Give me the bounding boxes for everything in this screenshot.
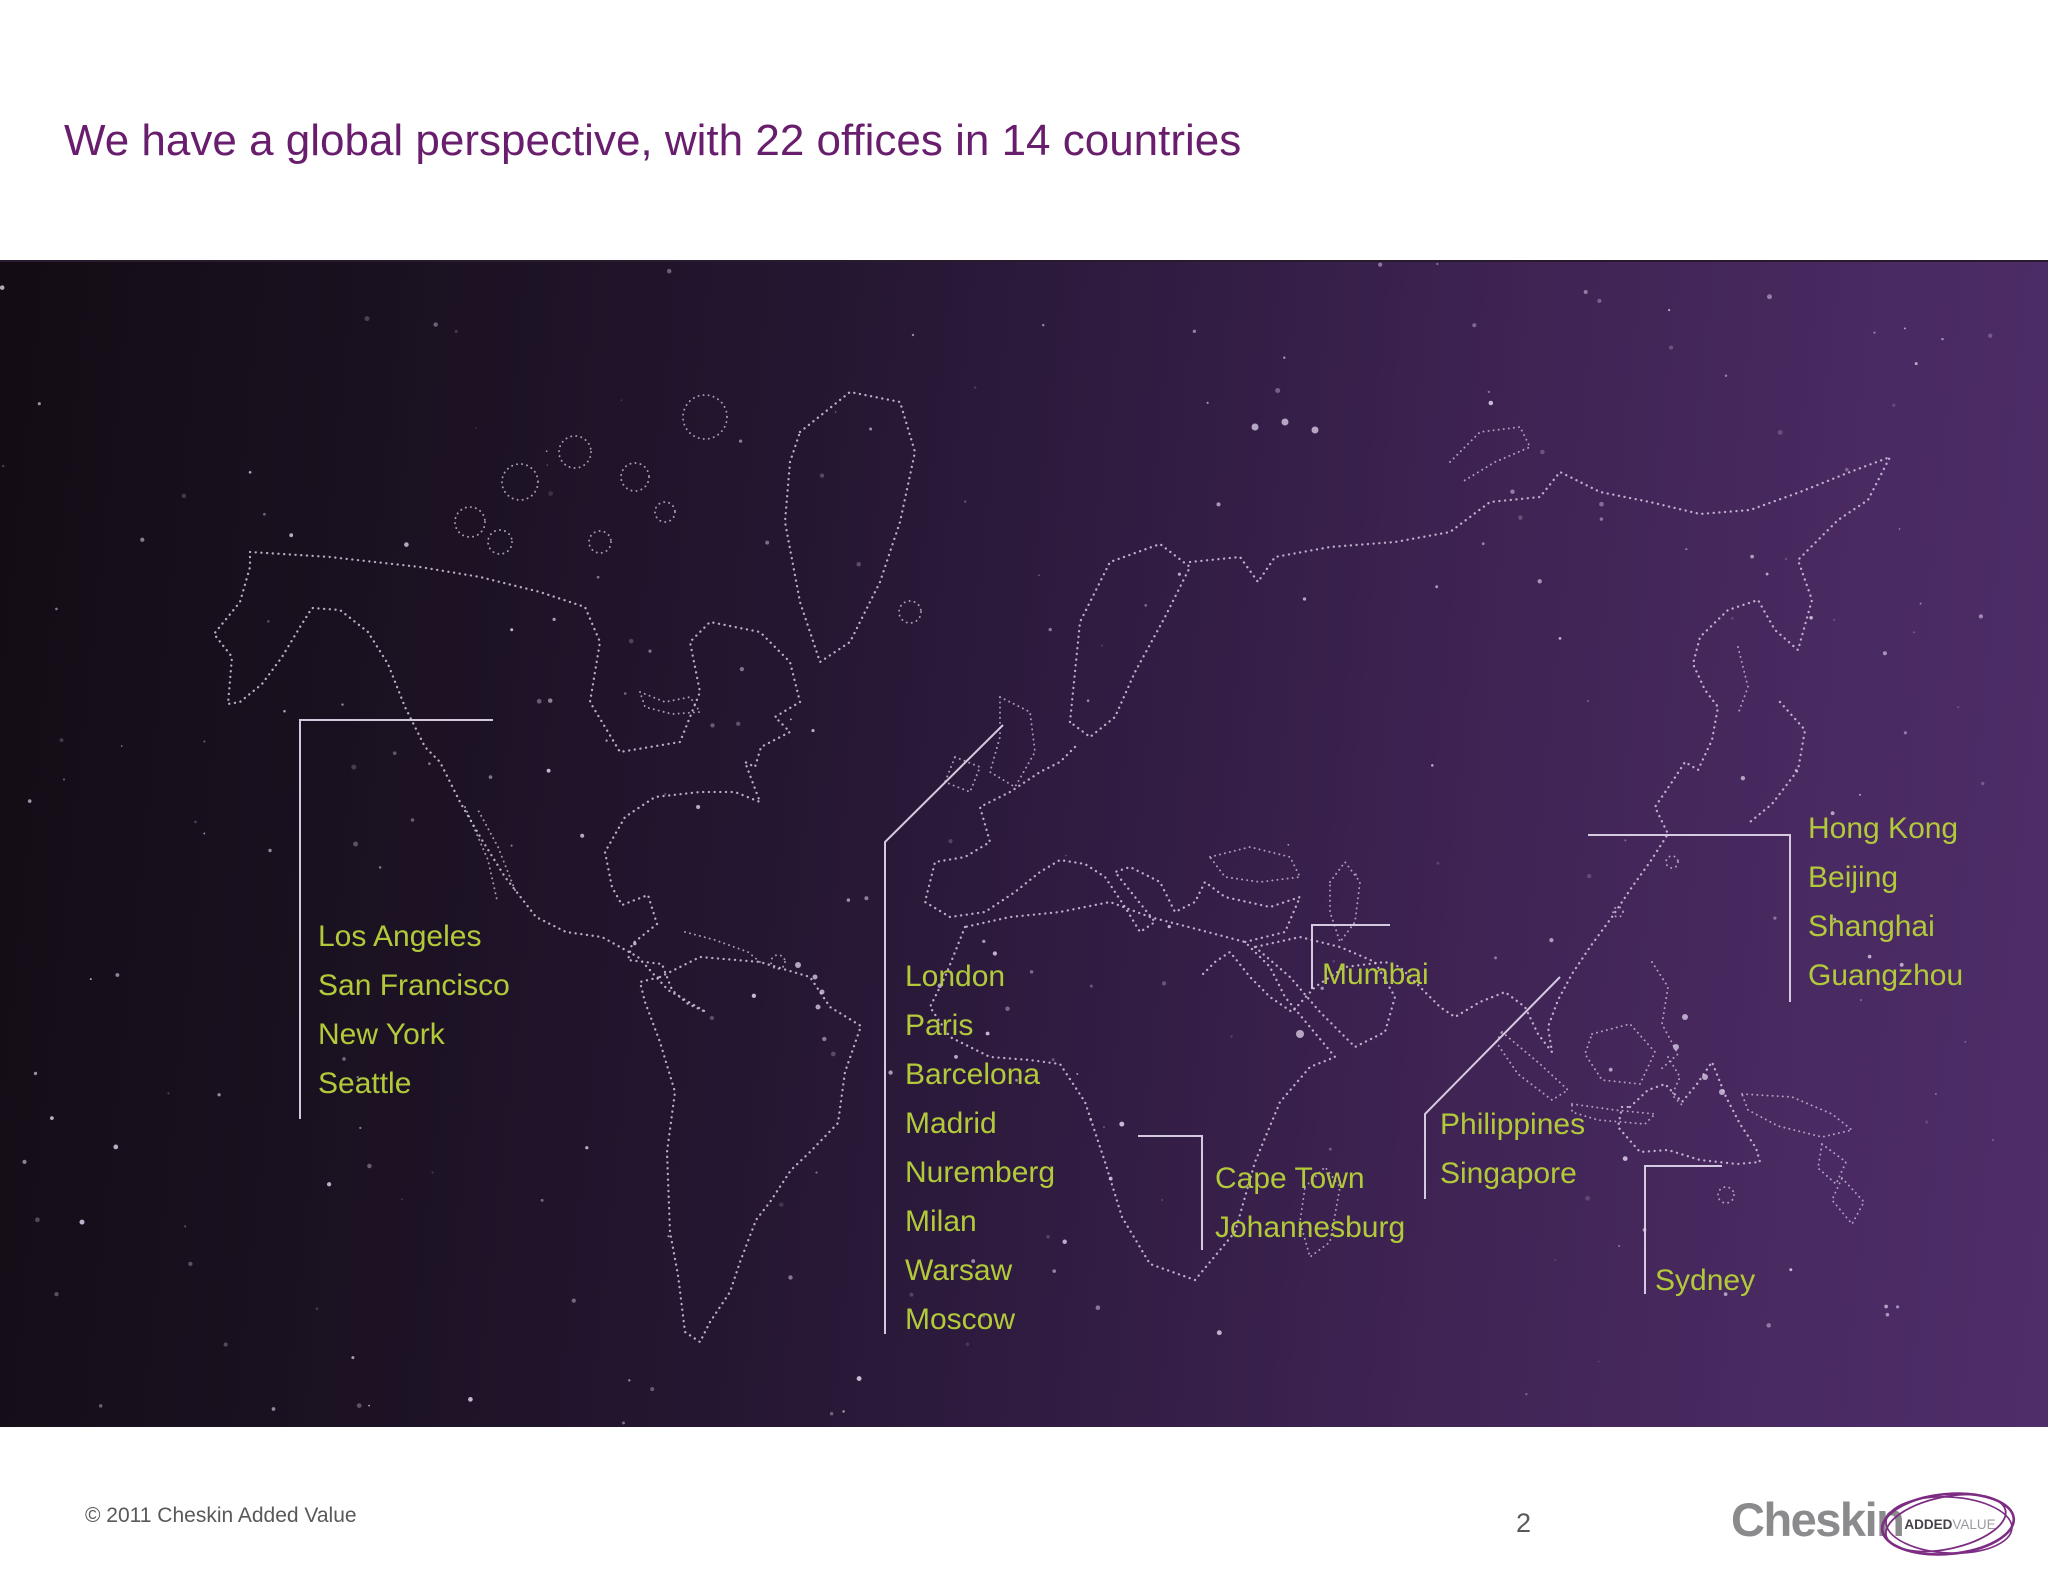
logo-added-text: ADDED bbox=[1904, 1517, 1952, 1532]
city-label: Singapore bbox=[1440, 1156, 1577, 1190]
city-label: Cape Town bbox=[1215, 1161, 1365, 1195]
city-label: Sydney bbox=[1655, 1263, 1756, 1297]
city-label: Paris bbox=[905, 1008, 974, 1042]
city-group-north-america: Los Angeles San Francisco New York Seatt… bbox=[318, 912, 510, 1108]
city-label: New York bbox=[318, 1017, 445, 1051]
city-label: Nuremberg bbox=[905, 1155, 1056, 1189]
city-label: Guangzhou bbox=[1808, 958, 1964, 992]
city-label: Hong Kong bbox=[1808, 811, 1959, 845]
world-map: Los Angeles San Francisco New York Seatt… bbox=[0, 260, 2048, 1427]
city-label: Barcelona bbox=[905, 1057, 1041, 1091]
slide: We have a global perspective, with 22 of… bbox=[0, 0, 2048, 1582]
callout-southern-africa bbox=[1138, 1135, 1203, 1250]
logo-value-text: VALUE bbox=[1952, 1517, 1995, 1532]
city-group-india: Mumbai bbox=[1322, 950, 1429, 999]
city-label: Seattle bbox=[318, 1066, 412, 1100]
city-group-southern-africa: Cape Town Johannesburg bbox=[1215, 1154, 1405, 1252]
city-label: Philippines bbox=[1440, 1107, 1586, 1141]
city-label: San Francisco bbox=[318, 968, 510, 1002]
city-label: Beijing bbox=[1808, 860, 1899, 894]
page-title: We have a global perspective, with 22 of… bbox=[64, 116, 1242, 165]
cheskin-logo: Cheskin ADDEDVALUE bbox=[1731, 1492, 2016, 1564]
city-label: Johannesburg bbox=[1215, 1210, 1406, 1244]
city-group-europe: London Paris Barcelona Madrid Nuremberg … bbox=[905, 952, 1055, 1344]
city-label: Moscow bbox=[905, 1302, 1016, 1336]
city-label: London bbox=[905, 959, 1006, 993]
city-label: Shanghai bbox=[1808, 909, 1935, 943]
city-label: Madrid bbox=[905, 1106, 997, 1140]
page-number: 2 bbox=[1516, 1508, 1532, 1538]
addedvalue-logo-badge: ADDEDVALUE bbox=[1880, 1492, 2016, 1556]
city-label: Milan bbox=[905, 1204, 977, 1238]
callout-greater-china bbox=[1588, 834, 1791, 1002]
copyright-text: © 2011 Cheskin Added Value bbox=[85, 1504, 357, 1527]
city-label: Warsaw bbox=[905, 1253, 1013, 1287]
city-group-australia: Sydney bbox=[1655, 1256, 1755, 1305]
city-label: Los Angeles bbox=[318, 919, 482, 953]
city-label: Mumbai bbox=[1322, 957, 1429, 991]
city-group-southeast-asia: Philippines Singapore bbox=[1440, 1100, 1585, 1198]
city-group-greater-china: Hong Kong Beijing Shanghai Guangzhou bbox=[1808, 804, 1963, 1000]
svg-text:ADDEDVALUE: ADDEDVALUE bbox=[1904, 1517, 1995, 1532]
